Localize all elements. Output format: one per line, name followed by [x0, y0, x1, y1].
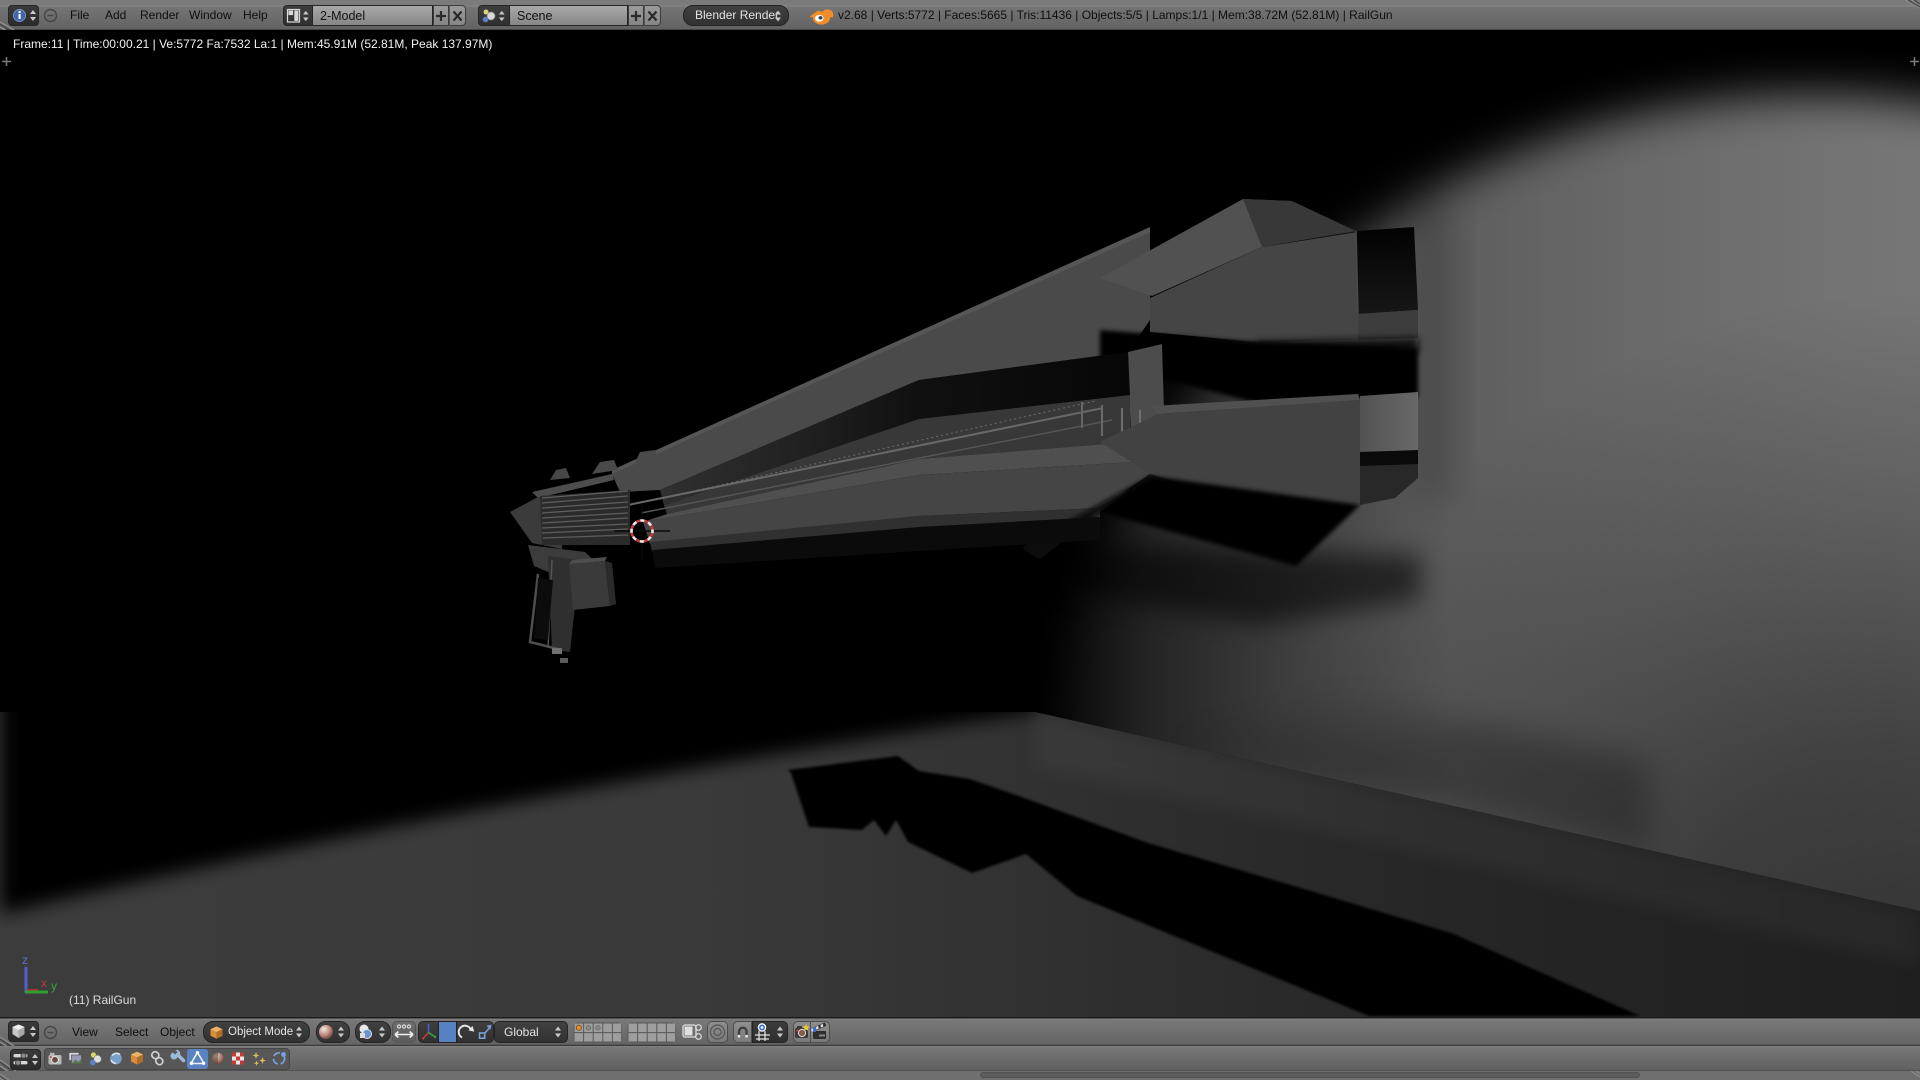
svg-text:y: y	[51, 979, 57, 993]
svg-text:z: z	[22, 953, 28, 967]
svg-text:x: x	[41, 976, 47, 990]
